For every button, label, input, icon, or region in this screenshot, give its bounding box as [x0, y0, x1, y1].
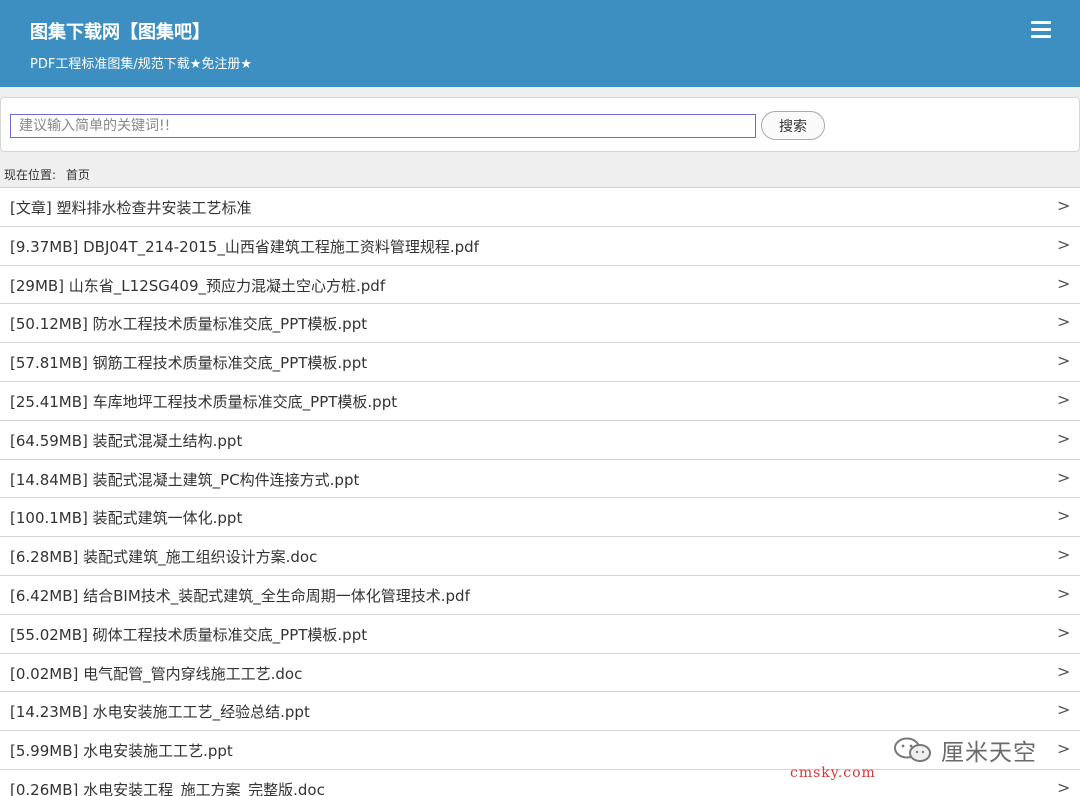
list-item[interactable]: [64.59MB] 装配式混凝土结构.ppt >: [0, 421, 1080, 460]
list-item[interactable]: [0.26MB] 水电安装工程_施工方案_完整版.doc >: [0, 770, 1080, 796]
list-item[interactable]: [9.37MB] DBJ04T_214-2015_山西省建筑工程施工资料管理规程…: [0, 227, 1080, 266]
list-item[interactable]: [6.28MB] 装配式建筑_施工组织设计方案.doc >: [0, 537, 1080, 576]
list-item-label: [14.23MB] 水电安装施工工艺_经验总结.ppt: [10, 703, 310, 722]
list-item[interactable]: [50.12MB] 防水工程技术质量标准交底_PPT模板.ppt >: [0, 304, 1080, 344]
search-button[interactable]: 搜索: [761, 111, 825, 140]
list-item[interactable]: [5.99MB] 水电安装施工工艺.ppt >: [0, 731, 1080, 770]
site-title[interactable]: 图集下载网【图集吧】: [30, 18, 210, 44]
hamburger-menu-icon[interactable]: [1031, 21, 1053, 39]
list-item-label: [25.41MB] 车库地坪工程技术质量标准交底_PPT模板.ppt: [10, 392, 398, 411]
chevron-right-icon: >: [1057, 351, 1071, 371]
chevron-right-icon: >: [1057, 428, 1071, 448]
list-item-label: [9.37MB] DBJ04T_214-2015_山西省建筑工程施工资料管理规程…: [10, 237, 479, 256]
search-input[interactable]: [10, 114, 756, 138]
list-item-label: [14.84MB] 装配式混凝土建筑_PC构件连接方式.ppt: [10, 470, 360, 489]
chevron-right-icon: >: [1057, 389, 1071, 409]
list-item-label: [6.28MB] 装配式建筑_施工组织设计方案.doc: [10, 548, 318, 567]
list-item[interactable]: [文章] 塑料排水检查井安装工艺标准 >: [0, 188, 1080, 227]
site-header: 图集下载网【图集吧】 PDF工程标准图集/规范下载★免注册★: [0, 0, 1080, 87]
list-item[interactable]: [14.84MB] 装配式混凝土建筑_PC构件连接方式.ppt >: [0, 460, 1080, 499]
chevron-right-icon: >: [1057, 622, 1071, 642]
list-item-label: [0.02MB] 电气配管_管内穿线施工工艺.doc: [10, 664, 303, 683]
list-item[interactable]: [14.23MB] 水电安装施工工艺_经验总结.ppt >: [0, 692, 1080, 732]
list-item-label: [64.59MB] 装配式混凝土结构.ppt: [10, 431, 243, 450]
breadcrumb-home-link[interactable]: 首页: [66, 168, 90, 182]
watermark-url: cmsky.com: [790, 765, 876, 781]
list-item[interactable]: [57.81MB] 钢筋工程技术质量标准交底_PPT模板.ppt >: [0, 343, 1080, 382]
list-item-label: [57.81MB] 钢筋工程技术质量标准交底_PPT模板.ppt: [10, 354, 368, 373]
list-item[interactable]: [0.02MB] 电气配管_管内穿线施工工艺.doc >: [0, 654, 1080, 693]
site-subtitle: PDF工程标准图集/规范下载★免注册★: [30, 57, 253, 72]
breadcrumb: 现在位置: 首页: [4, 166, 96, 183]
list-item[interactable]: [29MB] 山东省_L12SG409_预应力混凝土空心方桩.pdf >: [0, 266, 1080, 305]
chevron-right-icon: >: [1057, 661, 1071, 681]
list-item-label: [6.42MB] 结合BIM技术_装配式建筑_全生命周期一体化管理技术.pdf: [10, 586, 470, 605]
list-item[interactable]: [6.42MB] 结合BIM技术_装配式建筑_全生命周期一体化管理技术.pdf >: [0, 576, 1080, 615]
list-item[interactable]: [55.02MB] 砌体工程技术质量标准交底_PPT模板.ppt >: [0, 615, 1080, 654]
list-item[interactable]: [25.41MB] 车库地坪工程技术质量标准交底_PPT模板.ppt >: [0, 382, 1080, 421]
chevron-right-icon: >: [1057, 700, 1071, 720]
list-item-label: [50.12MB] 防水工程技术质量标准交底_PPT模板.ppt: [10, 315, 368, 334]
chevron-right-icon: >: [1057, 545, 1071, 565]
list-item[interactable]: [100.1MB] 装配式建筑一体化.ppt >: [0, 498, 1080, 538]
list-item-label: [文章] 塑料排水检查井安装工艺标准: [10, 199, 252, 217]
article-list: [文章] 塑料排水检查井安装工艺标准 > [9.37MB] DBJ04T_214-…: [0, 187, 1080, 796]
chevron-right-icon: >: [1057, 583, 1071, 603]
chevron-right-icon: >: [1057, 739, 1071, 759]
list-item-label: [0.26MB] 水电安装工程_施工方案_完整版.doc: [10, 780, 325, 796]
breadcrumb-prefix: 现在位置:: [4, 168, 57, 182]
chevron-right-icon: >: [1057, 273, 1071, 293]
list-item-label: [5.99MB] 水电安装施工工艺.ppt: [10, 742, 233, 761]
chevron-right-icon: >: [1057, 234, 1071, 254]
list-item-label: [100.1MB] 装配式建筑一体化.ppt: [10, 509, 243, 528]
chevron-right-icon: >: [1057, 467, 1071, 487]
chevron-right-icon: >: [1057, 196, 1071, 215]
list-item-label: [29MB] 山东省_L12SG409_预应力混凝土空心方桩.pdf: [10, 276, 386, 295]
chevron-right-icon: >: [1057, 506, 1071, 526]
chevron-right-icon: >: [1057, 777, 1071, 796]
search-panel: 搜索: [0, 97, 1080, 152]
list-item-label: [55.02MB] 砌体工程技术质量标准交底_PPT模板.ppt: [10, 625, 368, 644]
chevron-right-icon: >: [1057, 312, 1071, 332]
